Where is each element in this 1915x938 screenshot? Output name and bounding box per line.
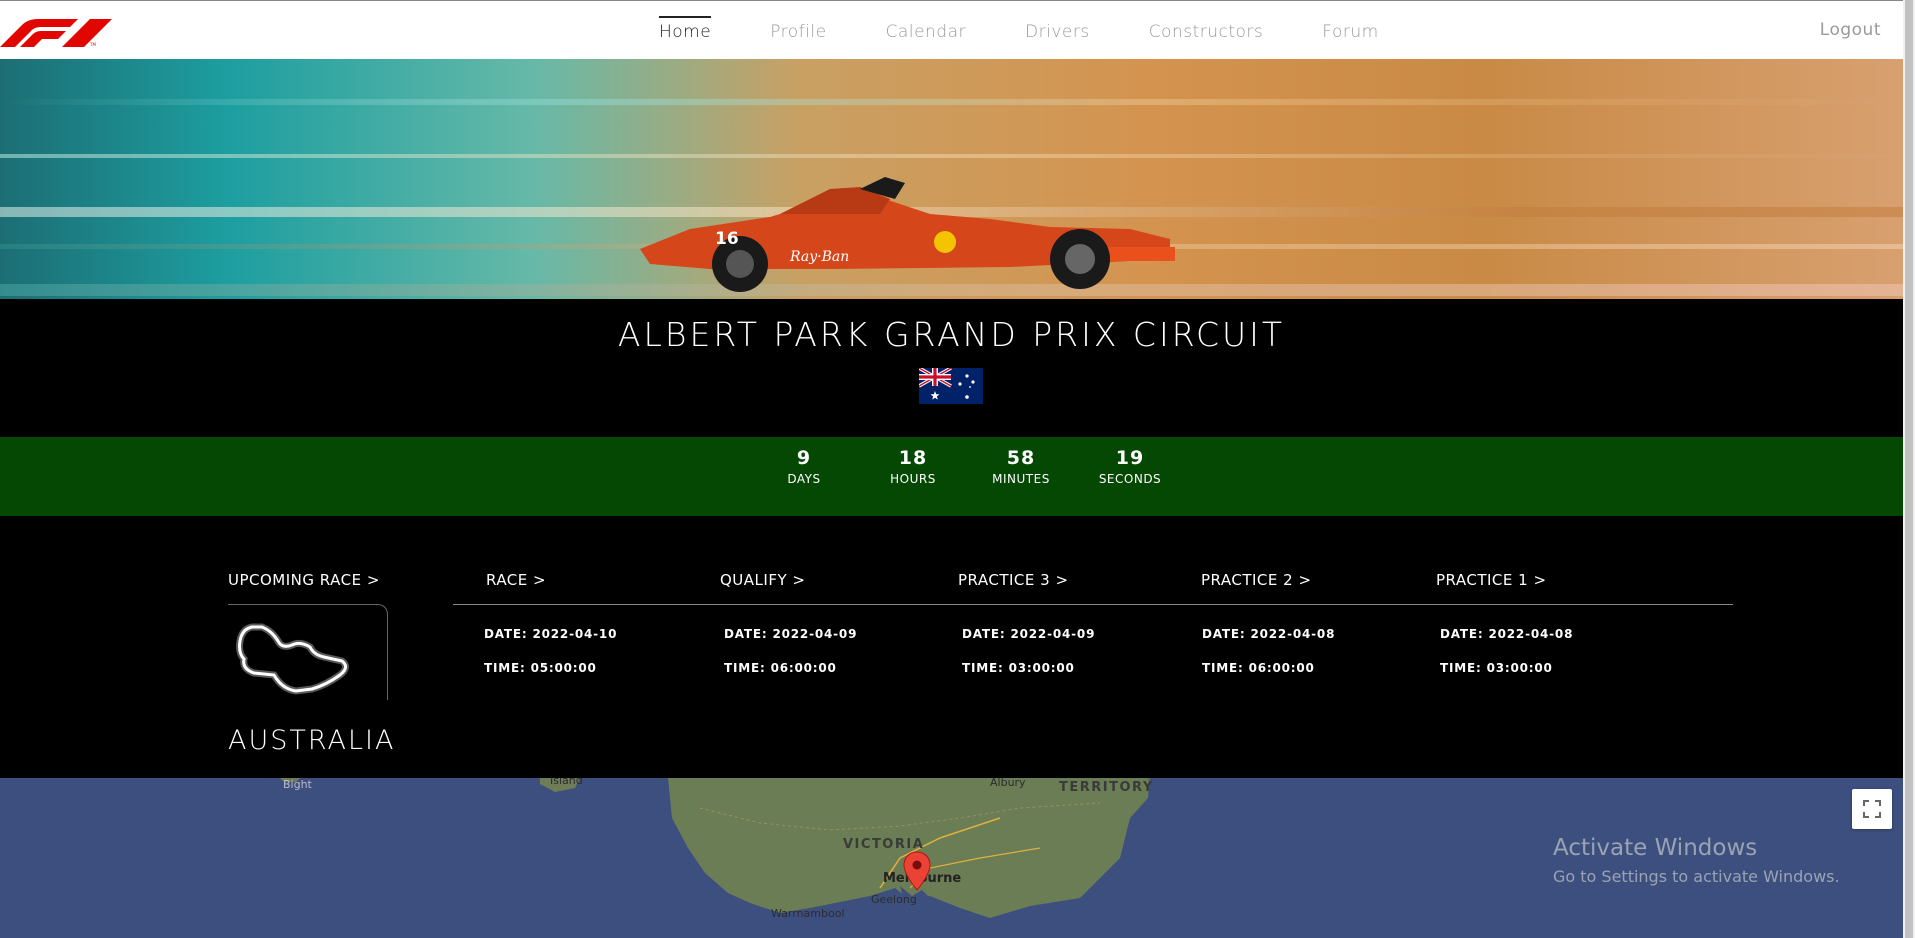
track-card[interactable] [228,604,388,700]
nav-forum-link[interactable]: Forum [1308,18,1392,44]
nav-home-link[interactable]: Home [645,15,725,44]
session-qualify-title[interactable]: QUALIFY > [720,571,960,589]
windows-activation-watermark: Activate Windows Go to Settings to activ… [1553,835,1840,886]
svg-text:16: 16 [715,229,739,249]
countdown-seconds: 19 SECONDS [1080,447,1180,486]
countdown-hours-value: 18 [898,447,928,469]
nav-drivers-link[interactable]: Drivers [1011,18,1104,44]
nav-constructors-link[interactable]: Constructors [1135,18,1278,44]
session-race-time: TIME: 05:00:00 [484,661,597,675]
countdown-hours-label: HOURS [890,472,936,486]
motion-streak [0,99,1903,105]
session-qualify-date: DATE: 2022-04-09 [724,627,858,641]
map-fullscreen-button[interactable] [1852,789,1892,829]
watermark-title: Activate Windows [1553,835,1758,861]
upcoming-race-link[interactable]: UPCOMING RACE > [228,571,380,589]
session-practice-2: PRACTICE 2 > DATE: 2022-04-08 TIME: 06:0… [1201,571,1441,675]
countdown-seconds-label: SECONDS [1098,472,1162,486]
map-label-territory: TERRITORY [1059,780,1154,795]
session-practice-1-title[interactable]: PRACTICE 1 > [1436,571,1676,589]
countdown-minutes: 58 MINUTES [971,447,1071,486]
circuit-map[interactable]: Bight Island Albury TERRITORY VICTORIA M… [0,778,1903,938]
nav-profile-link[interactable]: Profile [756,18,840,44]
map-label-albury: Albury [990,778,1026,789]
country-name: AUSTRALIA [228,725,396,756]
nav-links: Home Profile Calendar Drivers Constructo… [645,1,1424,60]
countdown-days: 9 DAYS [754,447,854,486]
countdown-days-value: 9 [796,447,812,469]
countdown-days-label: DAYS [787,472,821,486]
countdown-minutes-label: MINUTES [992,472,1050,486]
session-qualify: QUALIFY > DATE: 2022-04-09 TIME: 06:00:0… [720,571,960,675]
svg-text:Ray·Ban: Ray·Ban [789,249,849,265]
page-scrollbar[interactable] [1903,0,1915,938]
map-label-victoria: VICTORIA [843,837,925,852]
watermark-subtitle: Go to Settings to activate Windows. [1553,867,1840,886]
session-race: RACE > DATE: 2022-04-10 TIME: 05:00:00 [484,571,726,675]
logout-link[interactable]: Logout [1820,20,1881,40]
hero-banner: 16 Ray·Ban [0,59,1903,299]
circuit-title: ALBERT PARK GRAND PRIX CIRCUIT [617,315,1286,354]
map-pin-icon[interactable] [903,851,931,891]
fullscreen-icon [1863,800,1881,818]
session-divider [453,604,1733,605]
race-schedule: UPCOMING RACE > AUSTRALIA RACE > DATE: 2… [0,516,1903,778]
session-race-date: DATE: 2022-04-10 [484,627,618,641]
session-qualify-time: TIME: 06:00:00 [724,661,837,675]
nav-calendar-link[interactable]: Calendar [872,18,980,44]
map-label-geelong: Geelong [871,893,917,906]
circuit-layout-icon [236,623,349,695]
session-practice-1-time: TIME: 03:00:00 [1440,661,1553,675]
session-practice-1: PRACTICE 1 > DATE: 2022-04-08 TIME: 03:0… [1436,571,1676,675]
countdown-seconds-value: 19 [1115,447,1145,469]
circuit-header: ALBERT PARK GRAND PRIX CIRCUIT [0,299,1903,437]
countdown-hours: 18 HOURS [863,447,963,486]
race-countdown: 9 DAYS 18 HOURS 58 MINUTES 19 SECONDS [0,437,1903,516]
session-practice-1-date: DATE: 2022-04-08 [1440,627,1574,641]
map-label-bight: Bight [283,778,312,791]
f1-logo[interactable]: TM [0,17,112,47]
session-practice-2-title[interactable]: PRACTICE 2 > [1201,571,1441,589]
australia-flag-icon [919,368,983,404]
session-practice-2-time: TIME: 06:00:00 [1202,661,1315,675]
scrollbar-thumb[interactable] [1905,0,1913,938]
session-race-title[interactable]: RACE > [486,571,726,589]
session-practice-3-title[interactable]: PRACTICE 3 > [958,571,1198,589]
motion-streak [0,154,1903,158]
countdown-minutes-value: 58 [1006,447,1036,469]
session-practice-3-time: TIME: 03:00:00 [962,661,1075,675]
map-label-island: Island [550,778,583,787]
session-practice-3-date: DATE: 2022-04-09 [962,627,1096,641]
navbar: TM Home Profile Calendar Drivers Constru… [0,0,1903,59]
session-practice-2-date: DATE: 2022-04-08 [1202,627,1336,641]
svg-text:TM: TM [89,42,96,47]
session-practice-3: PRACTICE 3 > DATE: 2022-04-09 TIME: 03:0… [958,571,1198,675]
f1-car-image: 16 Ray·Ban [640,177,1175,292]
map-label-warrnambool: Warrnambool [771,907,845,920]
